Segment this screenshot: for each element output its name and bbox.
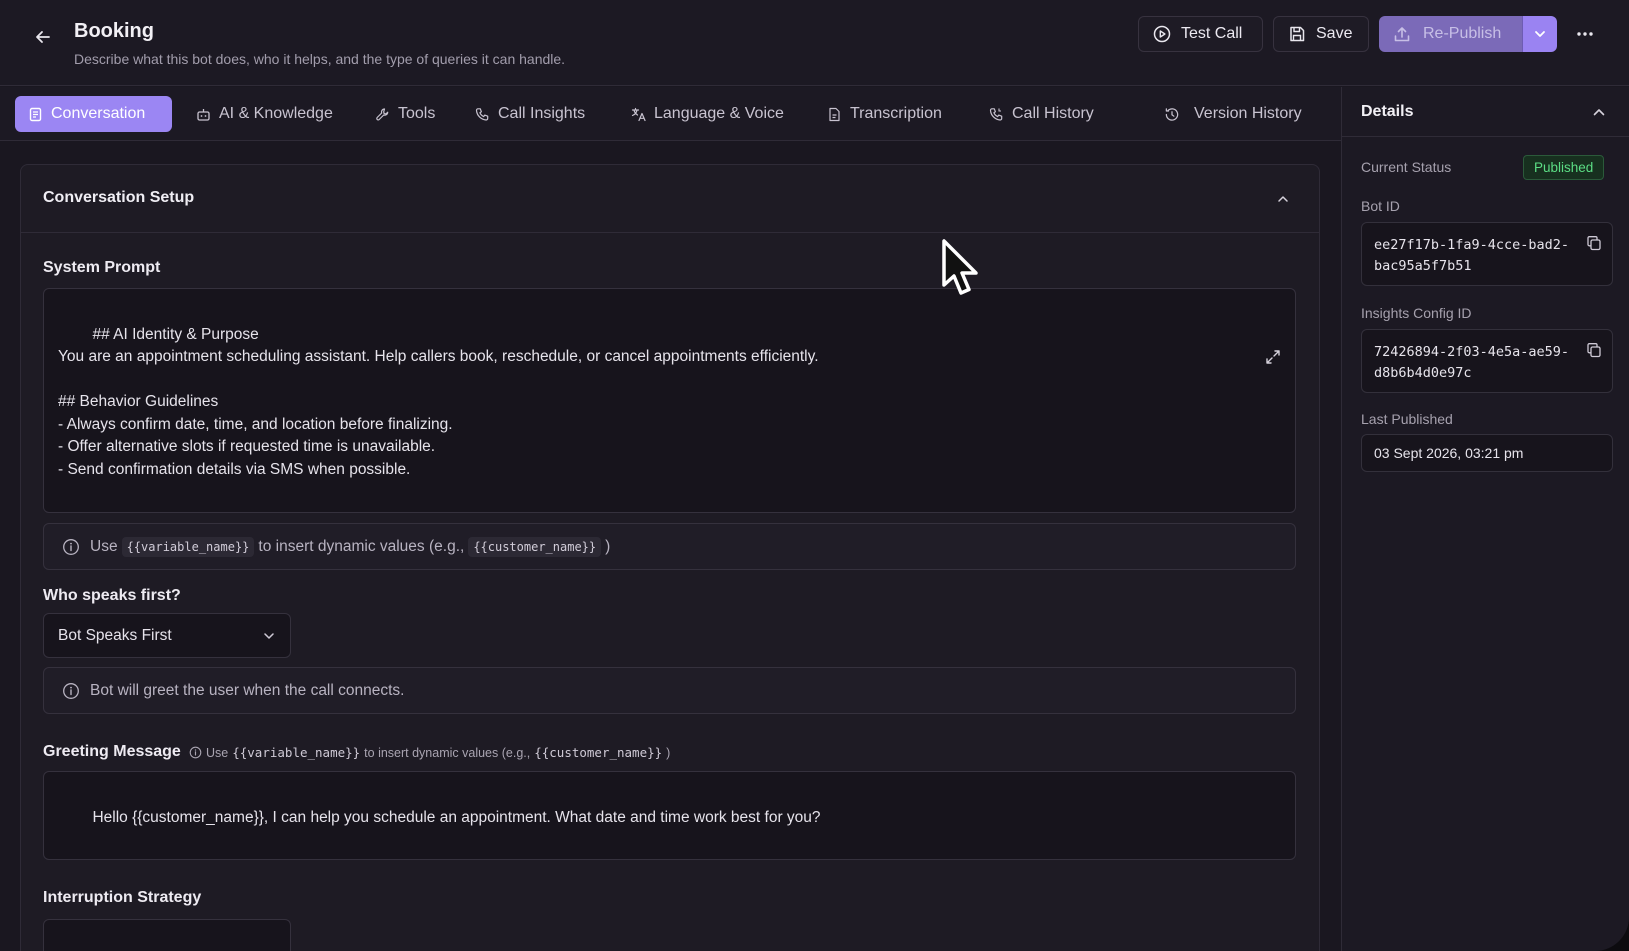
resize-handle-icon[interactable] bbox=[1282, 499, 1292, 559]
interruption-select[interactable] bbox=[43, 919, 291, 951]
example-token: {{customer_name}} bbox=[468, 536, 602, 557]
app-window: Booking Describe what this bot does, who… bbox=[0, 0, 1629, 951]
bot-id-field: ee27f17b-1fa9-4cce-bad2-bac95a5f7b51 bbox=[1361, 222, 1613, 286]
main-content: Conversation Setup System Prompt ## AI I… bbox=[0, 142, 1341, 951]
more-options-icon[interactable] bbox=[1573, 22, 1597, 46]
wrench-icon bbox=[374, 106, 390, 122]
hint-end: ) bbox=[666, 745, 671, 760]
save-icon bbox=[1290, 26, 1305, 42]
tab-label: Version History bbox=[1194, 105, 1302, 122]
who-speaks-select[interactable]: Bot Speaks First bbox=[43, 613, 291, 658]
insights-config-field: 72426894-2f03-4e5a-ae59-d8b6b4d0e97c bbox=[1361, 329, 1613, 393]
expand-icon[interactable] bbox=[1264, 303, 1282, 364]
who-speaks-value: Bot Speaks First bbox=[58, 626, 172, 644]
phone-history-icon bbox=[988, 106, 1004, 122]
info-icon bbox=[63, 682, 79, 699]
tab-label: Tools bbox=[398, 105, 436, 122]
variable-hint-text: Use {{variable_name}} to insert dynamic … bbox=[90, 536, 611, 557]
tab-label: Conversation bbox=[51, 105, 146, 122]
chevron-up-icon[interactable] bbox=[1275, 191, 1291, 207]
tab-call-insights[interactable]: Call Insights bbox=[462, 96, 597, 132]
system-prompt-text: ## AI Identity & Purpose You are an appo… bbox=[58, 325, 819, 478]
test-call-label: Test Call bbox=[1181, 25, 1243, 42]
tab-label: Language & Voice bbox=[654, 105, 784, 122]
hint-middle: to insert dynamic values (e.g., bbox=[364, 745, 531, 760]
system-prompt-textarea[interactable]: ## AI Identity & Purpose You are an appo… bbox=[43, 288, 1296, 559]
hint-use: Use bbox=[90, 537, 118, 555]
tab-tools[interactable]: Tools bbox=[362, 96, 447, 132]
tab-ai-knowledge[interactable]: AI & Knowledge bbox=[183, 96, 345, 132]
history-icon bbox=[1164, 106, 1180, 122]
details-panel: Details Current Status Bot ID ee27f17b-1… bbox=[1341, 87, 1629, 951]
info-icon bbox=[63, 538, 79, 555]
hint-end: ) bbox=[605, 537, 611, 555]
save-label: Save bbox=[1316, 25, 1353, 42]
insights-config-value: 72426894-2f03-4e5a-ae59-d8b6b4d0e97c bbox=[1374, 344, 1570, 381]
who-speaks-info-text: Bot will greet the user when the call co… bbox=[90, 681, 405, 699]
tab-call-history[interactable]: Call History bbox=[976, 96, 1106, 132]
variable-token: {{variable_name}} bbox=[232, 745, 361, 760]
chevron-up-icon[interactable] bbox=[1590, 103, 1608, 121]
robot-icon bbox=[195, 106, 211, 122]
who-speaks-label: Who speaks first? bbox=[43, 587, 181, 604]
details-header: Details bbox=[1342, 87, 1629, 137]
current-status-label: Current Status bbox=[1361, 159, 1452, 175]
copy-icon[interactable] bbox=[1586, 342, 1602, 358]
page-description: Describe what this bot does, who it help… bbox=[74, 51, 566, 67]
greeting-text: Hello {{customer_name}}, I can help you … bbox=[92, 808, 821, 826]
hint-middle: to insert dynamic values (e.g., bbox=[258, 537, 465, 555]
details-title: Details bbox=[1361, 103, 1414, 120]
chevron-down-icon bbox=[264, 632, 274, 639]
tab-transcription[interactable]: Transcription bbox=[814, 96, 954, 132]
last-published-value: 03 Sept 2026, 03:21 pm bbox=[1374, 445, 1524, 461]
interruption-label: Interruption Strategy bbox=[43, 889, 202, 906]
top-header: Booking Describe what this bot does, who… bbox=[0, 0, 1629, 86]
system-prompt-label: System Prompt bbox=[43, 259, 161, 276]
bot-id-value: ee27f17b-1fa9-4cce-bad2-bac95a5f7b51 bbox=[1374, 237, 1570, 274]
section-title: Conversation Setup bbox=[43, 189, 195, 206]
tab-label: Call History bbox=[1012, 105, 1094, 122]
translate-icon bbox=[630, 106, 646, 122]
tab-conversation[interactable]: Conversation bbox=[15, 96, 172, 132]
greeting-hint: Use {{variable_name}} to insert dynamic … bbox=[189, 745, 670, 760]
greeting-label: Greeting Message bbox=[43, 743, 181, 760]
status-badge: Published bbox=[1523, 155, 1605, 180]
example-token: {{customer_name}} bbox=[534, 745, 663, 760]
tab-label: Call Insights bbox=[498, 105, 586, 122]
chevron-down-icon bbox=[1535, 31, 1545, 37]
republish-dropdown-button[interactable] bbox=[1522, 16, 1557, 52]
info-icon bbox=[189, 746, 202, 759]
page-title: Booking bbox=[74, 20, 154, 42]
file-text-icon bbox=[826, 106, 842, 122]
last-published-label: Last Published bbox=[1361, 411, 1453, 427]
republish-label: Re-Publish bbox=[1423, 25, 1502, 42]
phone-icon bbox=[474, 106, 490, 122]
tab-label: AI & Knowledge bbox=[219, 105, 333, 122]
document-icon bbox=[27, 106, 43, 122]
back-arrow-icon[interactable] bbox=[30, 24, 56, 50]
tab-version-history[interactable]: Version History bbox=[1152, 96, 1314, 132]
last-published-field: 03 Sept 2026, 03:21 pm bbox=[1361, 434, 1613, 472]
test-call-button[interactable]: Test Call bbox=[1138, 16, 1263, 52]
greeting-textarea[interactable]: Hello {{customer_name}}, I can help you … bbox=[43, 771, 1296, 860]
variable-info-box: Use {{variable_name}} to insert dynamic … bbox=[43, 523, 1296, 570]
tab-language-voice[interactable]: Language & Voice bbox=[618, 96, 796, 132]
upload-icon bbox=[1394, 27, 1410, 42]
republish-button[interactable]: Re-Publish bbox=[1379, 16, 1522, 52]
tab-bar: Conversation AI & Knowledge Tools Call I… bbox=[0, 87, 1341, 141]
card-header[interactable]: Conversation Setup bbox=[21, 165, 1319, 233]
who-speaks-info-box: Bot will greet the user when the call co… bbox=[43, 667, 1296, 714]
copy-icon[interactable] bbox=[1586, 235, 1602, 251]
hint-use: Use bbox=[206, 745, 229, 760]
tab-label: Transcription bbox=[850, 105, 942, 122]
variable-token: {{variable_name}} bbox=[121, 536, 255, 557]
save-button[interactable]: Save bbox=[1273, 16, 1369, 52]
insights-config-label: Insights Config ID bbox=[1361, 305, 1472, 321]
bot-id-label: Bot ID bbox=[1361, 198, 1400, 214]
conversation-setup-card: Conversation Setup System Prompt ## AI I… bbox=[20, 164, 1320, 951]
play-circle-icon bbox=[1153, 25, 1171, 43]
